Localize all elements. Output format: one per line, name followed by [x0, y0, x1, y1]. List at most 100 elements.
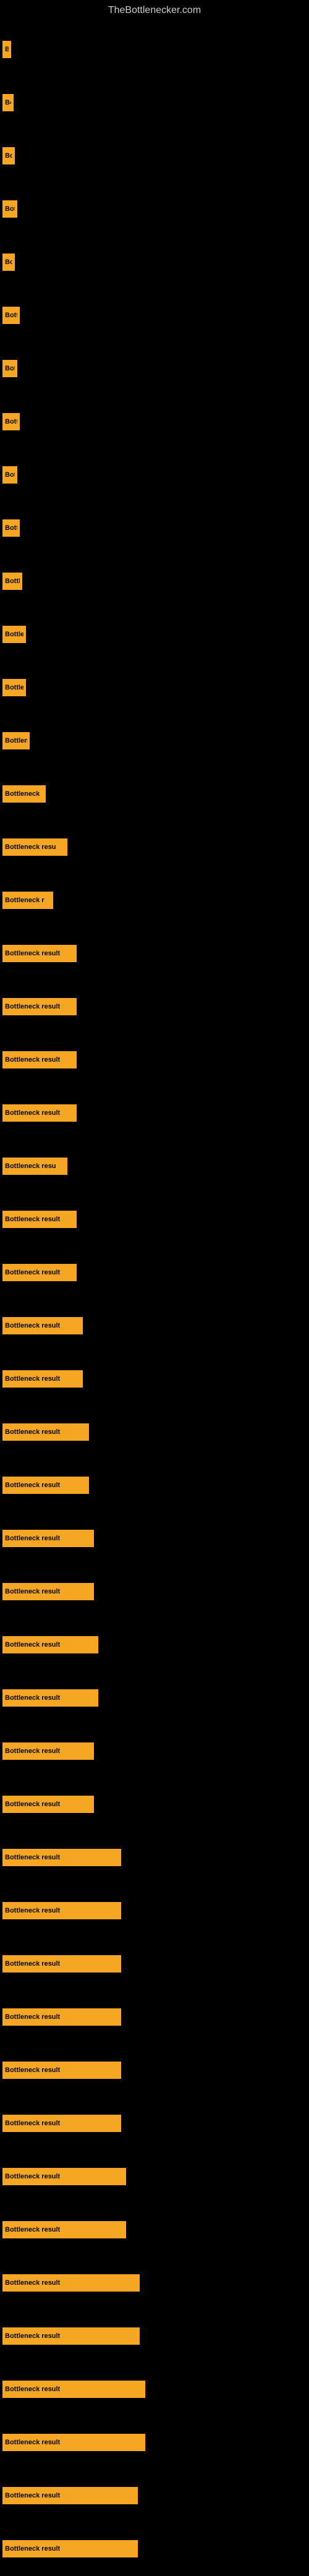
bar-label: Bottlen: [5, 737, 27, 744]
bar: Bottleneck result: [2, 1530, 94, 1547]
bar-label: Bottleneck result: [5, 2173, 60, 2180]
bar: Bottleneck result: [2, 1902, 121, 1919]
bar-item: Bot: [0, 183, 309, 218]
bar-item: Bottleneck result: [0, 2257, 309, 2292]
bar-label: Bott: [5, 312, 17, 319]
bar-label: Bottleneck resu: [5, 1162, 56, 1170]
bar-item: Bottleneck result: [0, 1672, 309, 1707]
bar-label: Bottleneck result: [5, 2226, 60, 2233]
bar: Bottleneck result: [2, 1955, 121, 1973]
bar-item: Bottleneck: [0, 768, 309, 803]
bar-label: Bot: [5, 471, 15, 479]
bar-item: Bottleneck result: [0, 1832, 309, 1866]
bar: Bottl: [2, 573, 22, 590]
bar-item: Bottleneck result: [0, 1459, 309, 1494]
bar: Bottleneck result: [2, 2487, 138, 2504]
bar: Bott: [2, 519, 20, 537]
bar-label: Bottleneck result: [5, 1588, 60, 1595]
bar-item: B4: [0, 77, 309, 111]
bar-label: Bottle: [5, 631, 23, 638]
bar: Bottleneck result: [2, 2062, 121, 2079]
bar-label: Bottleneck result: [5, 1694, 60, 1702]
bar-item: Bottleneck result: [0, 2204, 309, 2238]
bar-item: Bo: [0, 236, 309, 271]
bar: Bot: [2, 360, 17, 377]
bar-item: Bottleneck result: [0, 2310, 309, 2345]
bar-item: Bo: [0, 130, 309, 164]
bar-label: Bottleneck result: [5, 1216, 60, 1223]
bar-label: Bottleneck result: [5, 2439, 60, 2446]
bar: Bottleneck result: [2, 1317, 83, 1334]
bar-label: Bottleneck result: [5, 1269, 60, 1276]
bar-label: Bottleneck resu: [5, 843, 56, 851]
bar: Bottleneck r: [2, 892, 53, 909]
bar: Bottleneck resu: [2, 838, 67, 856]
bar-label: B4: [5, 99, 11, 106]
bar-label: Bott: [5, 418, 17, 425]
bar-label: Bottleneck result: [5, 1056, 60, 1064]
bar-label: B: [5, 46, 9, 53]
bar-label: Bottleneck result: [5, 1854, 60, 1861]
bar-item: Bottleneck result: [0, 2363, 309, 2398]
bar-label: Bottleneck result: [5, 2332, 60, 2340]
bar-label: Bottleneck result: [5, 1109, 60, 1117]
bar-item: Bottleneck result: [0, 1938, 309, 1973]
bar-item: Bottle: [0, 608, 309, 643]
bar-label: Bot: [5, 205, 15, 213]
bar-label: Bottleneck result: [5, 1641, 60, 1648]
bar-label: Bottleneck result: [5, 1907, 60, 1914]
bar: Bot: [2, 466, 17, 484]
bar-item: Bottl: [0, 555, 309, 590]
bar-label: Bo: [5, 152, 12, 160]
bar-item: Bottleneck result: [0, 1247, 309, 1281]
bar-label: Bottleneck result: [5, 2492, 60, 2499]
bar: Bottleneck result: [2, 1636, 98, 1653]
bar: Bottleneck result: [2, 1583, 94, 1600]
bar-item: B: [0, 23, 309, 58]
bar-label: Bottleneck result: [5, 1960, 60, 1968]
bar-item: Bottleneck result: [0, 1885, 309, 1919]
bar-label: Bottleneck result: [5, 950, 60, 957]
bar: Bottleneck result: [2, 1796, 94, 1813]
bar: Bottleneck result: [2, 1264, 77, 1281]
bar-item: Bottleneck result: [0, 2151, 309, 2185]
bar: Bottleneck result: [2, 1689, 98, 1707]
bar-label: Bottleneck result: [5, 1428, 60, 1436]
bar-item: Bottleneck result: [0, 1619, 309, 1653]
bar-label: Bottleneck r: [5, 897, 44, 904]
bar: Bottleneck result: [2, 1849, 121, 1866]
bar: Bot: [2, 200, 17, 218]
bar-label: Bottleneck: [5, 790, 40, 798]
bar: Bottleneck result: [2, 2008, 121, 2026]
bar-item: Bottleneck result: [0, 2097, 309, 2132]
bar-label: Bottleneck result: [5, 2120, 60, 2127]
bar: Bottle: [2, 679, 26, 696]
bar-item: Bottleneck result: [0, 1406, 309, 1441]
bar: Bottleneck result: [2, 2540, 138, 2557]
bar-item: Bottleneck result: [0, 1300, 309, 1334]
bar: Bottleneck result: [2, 1370, 83, 1388]
bar: Bo: [2, 147, 15, 164]
bar-label: Bottleneck result: [5, 1003, 60, 1010]
bar: Bottleneck result: [2, 998, 77, 1015]
bar: Bo: [2, 254, 15, 271]
bar-item: Bottleneck r: [0, 874, 309, 909]
bar-item: Bot: [0, 449, 309, 484]
bar: Bott: [2, 413, 20, 430]
bar-label: Bottleneck result: [5, 2279, 60, 2287]
bar-item: Bottleneck result: [0, 1512, 309, 1547]
bar-item: Bottlen: [0, 715, 309, 749]
bar-label: Bottleneck result: [5, 1482, 60, 1489]
bar-label: Bottl: [5, 578, 20, 585]
site-title: TheBottlenecker.com: [0, 0, 309, 23]
bar-item: Bottleneck result: [0, 928, 309, 962]
bar-item: Bottleneck result: [0, 2044, 309, 2079]
bar-item: Bottleneck resu: [0, 1140, 309, 1175]
bar-label: Bottleneck result: [5, 1535, 60, 1542]
bar: Bottleneck result: [2, 2221, 126, 2238]
bar-item: Bottleneck result: [0, 1725, 309, 1760]
bar-label: Bottle: [5, 684, 23, 691]
bar-item: Bott: [0, 289, 309, 324]
bar-item: Bottleneck result: [0, 1087, 309, 1122]
bar: Bottleneck result: [2, 1104, 77, 1122]
